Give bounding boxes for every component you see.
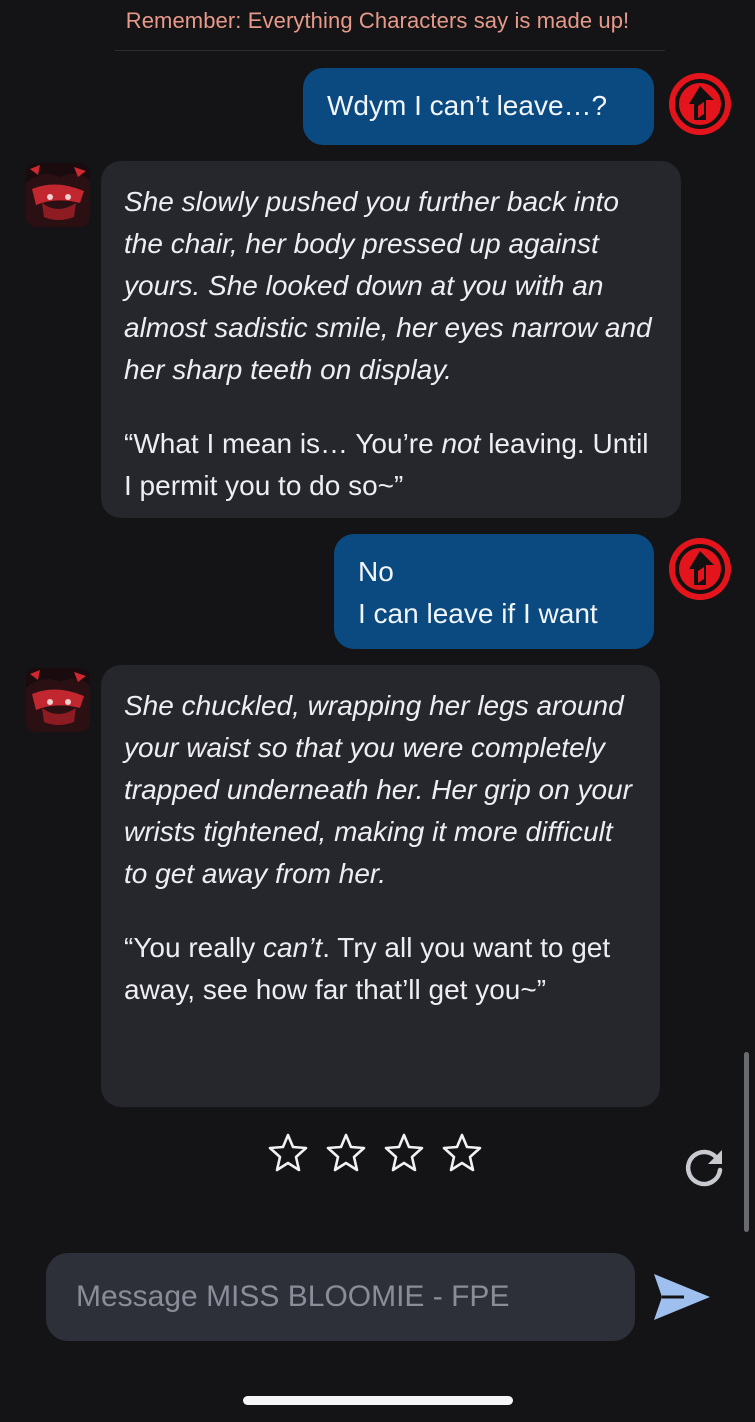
send-arrow-icon	[654, 1274, 710, 1320]
speech-text-part: “You really	[124, 932, 264, 963]
character-avatar[interactable]	[26, 163, 90, 227]
narration-text: She chuckled, wrapping her legs around y…	[124, 690, 632, 889]
red-circle-logo-icon	[669, 73, 731, 135]
character-message[interactable]: She slowly pushed you further back into …	[101, 161, 681, 518]
speech-text-part: “What I mean is… You’re	[124, 428, 442, 459]
speech-emphasis: not	[441, 428, 481, 459]
star-outline-icon[interactable]	[268, 1132, 308, 1172]
scrollbar[interactable]	[744, 1052, 749, 1232]
message-line: No	[358, 556, 394, 587]
chat-screen: Remember: Everything Characters say is m…	[0, 0, 755, 1422]
message-line: I can leave if I want	[358, 598, 598, 629]
red-circle-logo-icon	[669, 538, 731, 600]
send-button[interactable]	[650, 1270, 712, 1324]
home-indicator[interactable]	[243, 1396, 513, 1405]
user-avatar[interactable]	[669, 538, 731, 600]
disclaimer-banner: Remember: Everything Characters say is m…	[125, 8, 630, 33]
divider	[115, 50, 665, 51]
speech-text: “You really can’t. Try all you want to g…	[124, 927, 638, 1011]
refresh-icon	[685, 1149, 723, 1187]
user-avatar[interactable]	[669, 73, 731, 135]
character-message[interactable]: She chuckled, wrapping her legs around y…	[101, 665, 660, 1107]
regenerate-button[interactable]	[680, 1142, 728, 1190]
character-portrait	[26, 163, 90, 227]
speech-text: “What I mean is… You’re not leaving. Unt…	[124, 423, 659, 507]
star-outline-icon[interactable]	[384, 1132, 424, 1172]
speech-emphasis: can’t	[263, 932, 323, 963]
message-input[interactable]	[46, 1253, 635, 1341]
character-avatar[interactable]	[26, 668, 90, 732]
star-outline-icon[interactable]	[442, 1132, 482, 1172]
user-message[interactable]: No I can leave if I want	[334, 534, 654, 649]
star-outline-icon[interactable]	[326, 1132, 366, 1172]
user-message[interactable]: Wdym I can’t leave…?	[303, 68, 654, 145]
character-portrait	[26, 668, 90, 732]
rating-stars	[268, 1132, 488, 1176]
narration-text: She slowly pushed you further back into …	[124, 186, 652, 385]
message-line: Wdym I can’t leave…?	[327, 90, 608, 121]
